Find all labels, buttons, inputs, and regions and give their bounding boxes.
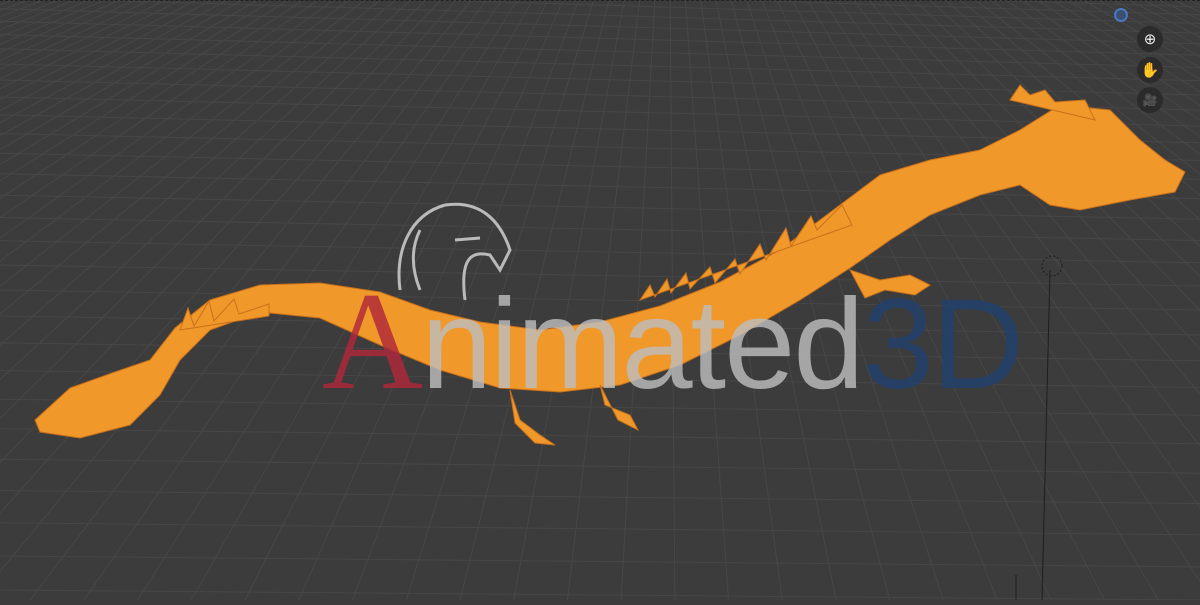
grid-line: [0, 0, 54, 600]
watermark-a: A: [322, 264, 423, 419]
zoom-in-icon: ⊕: [1143, 31, 1157, 48]
grid-line: [1112, 0, 1200, 48]
grid-line: [0, 240, 1200, 264]
grid-line: [0, 0, 168, 80]
camera-object-icon: [1041, 255, 1063, 277]
3d-viewport[interactable]: ⊕ ✋ 🎥 Animated3D: [0, 0, 1200, 605]
grid-line: [0, 217, 1200, 242]
camera-line: [1041, 269, 1051, 601]
grid-line: [0, 490, 1200, 505]
grid-line: [0, 0, 91, 38]
grid-line: [0, 0, 137, 62]
grid-line: [0, 0, 107, 45]
grid-line: [0, 0, 183, 90]
grid-line: [0, 0, 40, 600]
grid-line: [0, 0, 30, 12]
watermark: Animated3D: [322, 272, 1024, 412]
zoom-button[interactable]: ⊕: [1137, 26, 1163, 52]
grid-line: [0, 34, 1200, 69]
grid-line: [419, 0, 1200, 25]
view-axis-dot[interactable]: [1114, 8, 1128, 22]
viewport-header-border: [0, 0, 1200, 2]
grid-line: [1097, 0, 1200, 58]
camera-icon: 🎥: [1142, 93, 1158, 107]
watermark-nimated: nimated: [421, 273, 864, 416]
grid-line: [0, 428, 1200, 445]
grid-line: [0, 0, 198, 100]
pan-button[interactable]: ✋: [1137, 57, 1163, 83]
grid-line: [1051, 0, 1200, 93]
hand-icon: ✋: [1140, 62, 1160, 79]
grid-line: [0, 589, 1200, 601]
watermark-3d: 3D: [862, 273, 1024, 416]
grid-line: [1035, 0, 1200, 107]
grid-line: [0, 0, 15, 6]
grid-line: [1160, 0, 1200, 600]
camera-view-button[interactable]: 🎥: [1137, 87, 1163, 113]
grid-line: [0, 194, 1200, 220]
grid-line: [0, 555, 1200, 568]
grid-line: [0, 0, 122, 53]
